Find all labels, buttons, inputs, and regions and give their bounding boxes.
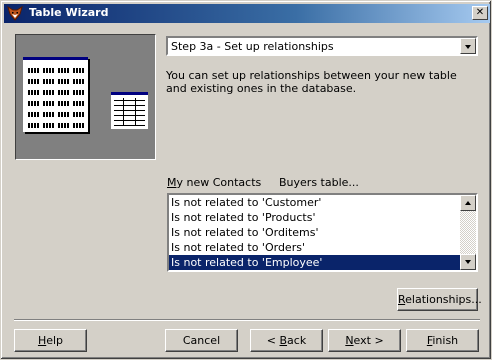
list-item[interactable]: Is not related to 'Employee' — [169, 255, 460, 270]
close-icon: ✕ — [475, 7, 485, 18]
step-select-value: Step 3a - Set up relationships — [171, 40, 334, 53]
list-item[interactable]: Is not related to 'Products' — [169, 210, 460, 225]
title-bar[interactable]: Table Wizard ✕ — [4, 4, 490, 23]
list-item[interactable]: Is not related to 'Orditems' — [169, 225, 460, 240]
chevron-down-icon — [465, 45, 471, 49]
existing-table-preview — [111, 92, 148, 129]
button-separator — [14, 319, 480, 321]
preview-cell — [58, 112, 69, 117]
scroll-up-icon — [465, 201, 471, 205]
preview-cell — [73, 90, 84, 95]
step-description: You can set up relationships between you… — [166, 69, 457, 95]
preview-cell — [43, 123, 54, 128]
preview-col-line — [123, 98, 124, 126]
preview-cell — [28, 68, 39, 73]
list-item[interactable]: Is not related to 'Orders' — [169, 240, 460, 255]
preview-cell — [73, 123, 84, 128]
preview-cell — [28, 79, 39, 84]
relationships-button-label: Relationships... — [398, 293, 482, 306]
preview-cell — [73, 101, 84, 106]
preview-cell — [28, 112, 39, 117]
finish-button[interactable]: Finish — [406, 329, 479, 352]
preview-cell — [58, 123, 69, 128]
scroll-down-button[interactable] — [460, 254, 476, 270]
preview-row-line — [114, 125, 145, 126]
preview-cell — [58, 68, 69, 73]
list-vertical-scrollbar[interactable] — [460, 195, 476, 270]
preview-cell — [43, 112, 54, 117]
preview-row-line — [114, 120, 145, 121]
preview-cell — [58, 101, 69, 106]
preview-cell — [43, 68, 54, 73]
relationships-list[interactable]: Is not related to 'Customer' Is not relat… — [167, 193, 478, 272]
back-button[interactable]: < Back — [250, 329, 323, 352]
new-table-label-rest: y new Contacts — [176, 176, 262, 189]
scroll-down-icon — [465, 260, 471, 264]
preview-row-line — [114, 100, 145, 101]
preview-cell — [43, 90, 54, 95]
preview-cell — [43, 101, 54, 106]
preview-cell — [58, 90, 69, 95]
step-select[interactable]: Step 3a - Set up relationships — [166, 36, 478, 56]
new-table-preview — [23, 57, 88, 132]
preview-row-line — [114, 105, 145, 106]
preview-col-line — [135, 98, 136, 126]
cancel-button[interactable]: Cancel — [165, 329, 238, 352]
cancel-button-label: Cancel — [182, 334, 221, 347]
finish-button-label: Finish — [426, 334, 459, 347]
preview-row-line — [114, 115, 145, 116]
preview-cell — [73, 112, 84, 117]
preview-cell — [28, 123, 39, 128]
table-wizard-window: Table Wizard ✕ Step 3a - Set up relation… — [0, 0, 492, 360]
preview-cell — [73, 68, 84, 73]
relationships-button[interactable]: Relationships... — [397, 288, 482, 311]
back-button-label: < Back — [266, 334, 307, 347]
preview-cell — [43, 79, 54, 84]
fox-app-icon[interactable] — [7, 5, 23, 21]
preview-cell — [58, 79, 69, 84]
preview-cell — [73, 79, 84, 84]
next-button-label: Next > — [345, 334, 384, 347]
list-item[interactable]: Is not related to 'Customer' — [169, 195, 460, 210]
wizard-preview-image — [15, 34, 156, 160]
scroll-up-button[interactable] — [460, 195, 476, 211]
new-table-label-accel: M — [167, 176, 177, 189]
related-tables-label: Buyers table... — [279, 176, 359, 189]
next-button[interactable]: Next > — [328, 329, 401, 352]
help-button-label: Help — [37, 334, 64, 347]
new-table-label: My new Contacts — [167, 176, 261, 189]
preview-cell — [28, 101, 39, 106]
step-select-dropdown-button[interactable] — [460, 38, 476, 54]
window-title: Table Wizard — [29, 6, 109, 19]
relationships-list-items: Is not related to 'Customer' Is not relat… — [169, 195, 460, 270]
help-button[interactable]: Help — [14, 329, 87, 352]
preview-row-line — [114, 110, 145, 111]
preview-cell — [28, 90, 39, 95]
close-button[interactable]: ✕ — [472, 6, 488, 20]
